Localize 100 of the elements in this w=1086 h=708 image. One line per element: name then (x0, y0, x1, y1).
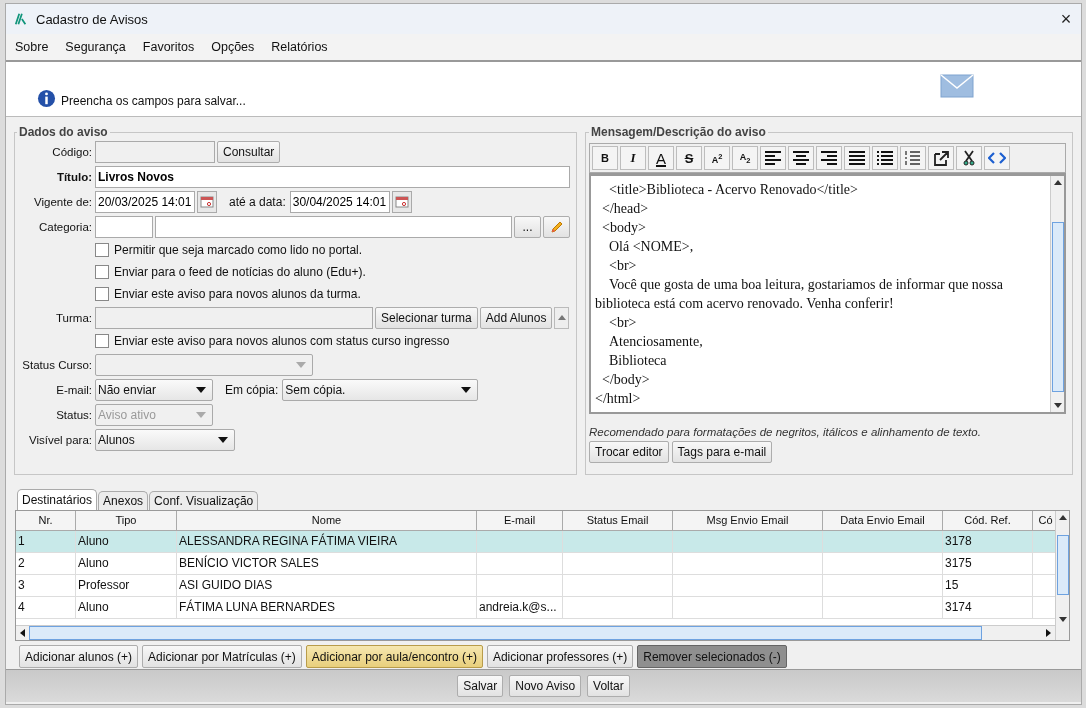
horizontal-scrollbar[interactable] (16, 625, 1055, 640)
menu-item[interactable]: Opções (211, 40, 255, 54)
turma-button[interactable]: Add Alunos (479, 306, 553, 329)
code-icon (988, 150, 1006, 166)
visivel-dropdown[interactable]: Alunos (95, 428, 235, 451)
column-header[interactable]: Msg Envio Email (673, 511, 823, 531)
tab[interactable]: Destinatários (17, 489, 98, 510)
scroll-up-button[interactable] (554, 306, 570, 329)
sup-tool-button[interactable]: A$^{2}$ (704, 146, 730, 170)
down-arrow-icon[interactable] (1053, 403, 1062, 408)
table-row[interactable]: 3 Professor ASI GUIDO DIAS 15 (16, 575, 1055, 597)
strike-tool-button[interactable]: S (676, 146, 702, 170)
group-title: Mensagem/Descrição do aviso (590, 125, 767, 139)
action-button[interactable]: Adicionar por Matrículas (+) (142, 645, 302, 668)
calendar-button[interactable] (391, 190, 412, 213)
sub-tool-button[interactable]: A$_{2}$ (732, 146, 758, 170)
caret-icon (461, 386, 472, 393)
column-header[interactable]: Có (1033, 511, 1055, 531)
justify-tool-button[interactable] (844, 146, 870, 170)
checkbox[interactable] (95, 334, 109, 348)
caret-icon (196, 386, 206, 393)
field-label: Em cópia: (225, 382, 279, 397)
link-icon (932, 150, 950, 166)
menu-item[interactable]: Segurança (65, 40, 126, 54)
action-button[interactable]: Adicionar professores (+) (486, 645, 634, 668)
link-tool-button[interactable] (928, 146, 954, 170)
table-cell: ALESSANDRA REGINA FÁTIMA VIEIRA (177, 531, 477, 553)
right-icon (820, 150, 838, 166)
justify-icon (848, 150, 866, 166)
action-button[interactable]: Remover selecionados (-) (637, 645, 787, 668)
date-field[interactable]: 30/04/2025 14:01 (289, 190, 390, 213)
table-cell: 15 (943, 575, 1033, 597)
menu-item[interactable]: Favoritos (142, 40, 195, 54)
column-header[interactable]: Tipo (76, 511, 177, 531)
numbers-icon (904, 150, 922, 166)
action-button[interactable]: Adicionar por aula/encontro (+) (305, 645, 483, 668)
table-cell: Aluno (76, 597, 177, 619)
caret-icon (196, 411, 206, 418)
menu-item[interactable]: Sobre (15, 40, 49, 54)
tab[interactable]: Conf. Visualização (149, 491, 259, 510)
email-dropdown[interactable]: Não enviar (95, 378, 213, 401)
editor-button[interactable]: Trocar editor (589, 441, 669, 463)
field-label: Código: (51, 145, 93, 158)
table-row[interactable]: 1 Aluno ALESSANDRA REGINA FÁTIMA VIEIRA 3178 (16, 531, 1055, 553)
turma-field[interactable] (95, 306, 373, 329)
table-row[interactable]: 4 Aluno FÁTIMA LUNA BERNARDES andreia.k@s... 3174 (16, 597, 1055, 619)
titulo-field[interactable]: Livros Novos (95, 165, 570, 188)
footer-button[interactable]: Salvar (457, 675, 504, 697)
editor-button[interactable]: Tags para e-mail (671, 441, 773, 463)
left-arrow-icon[interactable] (20, 629, 25, 637)
cut-tool-button[interactable] (956, 146, 982, 170)
action-button[interactable]: Adicionar alunos (+) (19, 645, 139, 668)
left-tool-button[interactable] (760, 146, 786, 170)
edit-button[interactable] (543, 215, 570, 238)
numbers-tool-button[interactable] (900, 146, 926, 170)
bold-tool-button[interactable]: B (592, 146, 618, 170)
categoria-code-field[interactable] (95, 215, 153, 238)
bullets-tool-button[interactable] (872, 146, 898, 170)
table-row[interactable]: 2 Aluno BENÍCIO VICTOR SALES 3175 (16, 553, 1055, 575)
italic-tool-button[interactable]: I (620, 146, 646, 170)
close-button[interactable]: × (1051, 7, 1081, 31)
consultar-button[interactable]: Consultar (217, 140, 281, 163)
up-arrow-icon[interactable] (1053, 180, 1062, 185)
column-header[interactable]: Data Envio Email (823, 511, 943, 531)
right-arrow-icon[interactable] (1046, 629, 1051, 637)
table-cell: Aluno (76, 531, 177, 553)
column-header[interactable]: Cód. Ref. (943, 511, 1033, 531)
envelope-icon (940, 74, 974, 98)
table-cell: BENÍCIO VICTOR SALES (177, 553, 477, 575)
caret-icon (218, 436, 228, 443)
browse-button[interactable]: ... (514, 215, 541, 238)
categoria-field[interactable] (155, 215, 512, 238)
footer-button[interactable]: Voltar (587, 675, 630, 697)
menu-item[interactable]: Relatórios (271, 40, 328, 54)
tab[interactable]: Anexos (98, 491, 149, 510)
date-field[interactable]: 20/03/2025 14:01 (95, 190, 195, 213)
center-tool-button[interactable] (788, 146, 814, 170)
bullets-icon (876, 150, 894, 166)
column-header[interactable]: Nr. (16, 511, 76, 531)
code-tool-button[interactable] (984, 146, 1010, 170)
caret-icon (296, 361, 306, 368)
column-header[interactable]: Nome (177, 511, 477, 531)
checkbox[interactable] (95, 265, 109, 279)
color-tool-button[interactable]: A (648, 146, 674, 170)
copia-dropdown[interactable]: Sem cópia. (282, 378, 479, 401)
vertical-scrollbar[interactable] (1050, 176, 1064, 412)
column-header[interactable]: E-mail (477, 511, 563, 531)
checkbox[interactable] (95, 287, 109, 301)
codigo-field[interactable] (95, 140, 215, 163)
column-header[interactable]: Status Email (563, 511, 673, 531)
turma-button[interactable]: Selecionar turma (375, 306, 478, 329)
footer-button[interactable]: Novo Aviso (509, 675, 582, 697)
right-tool-button[interactable] (816, 146, 842, 170)
checkbox[interactable] (95, 243, 109, 257)
vertical-scrollbar[interactable] (1055, 511, 1069, 640)
calendar-button[interactable] (197, 190, 217, 213)
down-arrow-icon[interactable] (1058, 617, 1067, 622)
table-cell: 4 (16, 597, 76, 619)
up-arrow-icon[interactable] (1058, 515, 1067, 520)
up-arrow-icon (557, 315, 566, 320)
